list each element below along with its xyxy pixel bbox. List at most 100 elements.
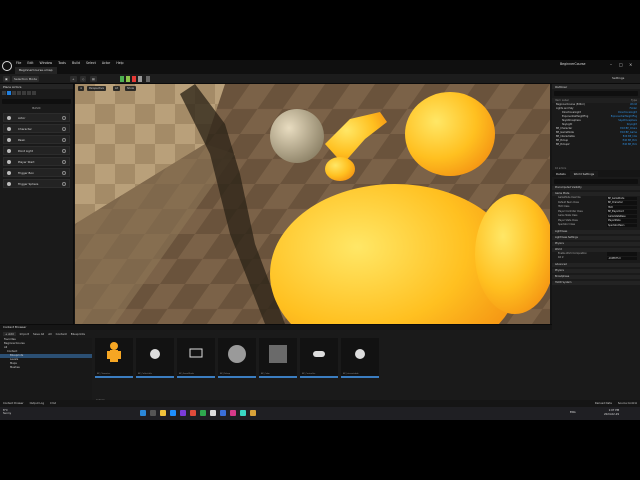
menu-window[interactable]: Window xyxy=(40,61,53,65)
breadcrumb-blueprints[interactable]: Blueprints xyxy=(71,332,85,336)
place-item-character[interactable]: Character xyxy=(3,124,70,133)
details-section[interactable]: Lightmass Settings xyxy=(552,235,640,240)
visual-icon[interactable] xyxy=(22,91,26,95)
place-item-player-start[interactable]: Player Start xyxy=(3,157,70,166)
info-icon[interactable] xyxy=(62,171,66,175)
save-all-button[interactable]: Save All xyxy=(33,332,44,336)
minimize-icon[interactable]: – xyxy=(610,62,612,67)
outliner-search[interactable] xyxy=(554,91,638,96)
place-item-point-light[interactable]: Point Light xyxy=(3,146,70,155)
asset-tile[interactable]: BP_Controller xyxy=(300,338,338,378)
settings-button[interactable]: Settings xyxy=(612,76,624,80)
row-value[interactable]: HUD xyxy=(607,205,637,209)
tab-world-settings[interactable]: World Settings xyxy=(569,171,599,177)
derived-data-button[interactable]: Derived Data xyxy=(595,402,612,405)
search-icon[interactable] xyxy=(150,410,156,416)
level-viewport[interactable]: ≡ Perspective Lit Show xyxy=(75,84,550,324)
maximize-icon[interactable]: □ xyxy=(619,62,623,67)
perspective-button[interactable]: Perspective xyxy=(87,86,107,91)
source-control-button[interactable]: Source Control xyxy=(618,402,637,405)
row-value[interactable]: BP_Character xyxy=(607,201,637,205)
browser-icon[interactable] xyxy=(170,410,176,416)
place-item-actor[interactable]: Actor xyxy=(3,113,70,122)
asset-tile[interactable]: BP_Interactable xyxy=(341,338,379,378)
asset-tile[interactable]: BP_Cube xyxy=(259,338,297,378)
basic-icon[interactable] xyxy=(7,91,11,95)
info-icon[interactable] xyxy=(62,182,66,186)
level-tab[interactable]: BeginnerCourse.umap xyxy=(15,67,57,74)
details-section[interactable]: HLOD System xyxy=(552,280,640,285)
play-options-button[interactable] xyxy=(138,76,142,82)
menu-tools[interactable]: Tools xyxy=(58,61,66,65)
lit-button[interactable]: Lit xyxy=(113,86,121,91)
menu-select[interactable]: Select xyxy=(86,61,96,65)
outliner-row[interactable]: BP_Pickup2 Edit BP_Pick xyxy=(552,143,640,147)
all-classes-icon[interactable] xyxy=(32,91,36,95)
details-section[interactable]: Physics xyxy=(552,268,640,273)
skip-button[interactable] xyxy=(126,76,130,82)
import-button[interactable]: Import xyxy=(20,332,29,336)
volumes-icon[interactable] xyxy=(27,91,31,95)
content-drawer-button[interactable]: Content Drawer xyxy=(3,402,24,405)
start-icon[interactable] xyxy=(140,410,146,416)
place-actors-search[interactable] xyxy=(2,99,71,104)
add-content-button[interactable]: + xyxy=(70,76,77,82)
row-value[interactable]: BP_GameMode xyxy=(607,196,637,200)
breadcrumb-content[interactable]: Content xyxy=(56,332,67,336)
weather-widget[interactable]: 8°C Sunny xyxy=(3,409,11,416)
menu-edit[interactable]: Edit xyxy=(27,61,33,65)
asset-tile[interactable]: BP_GameMode xyxy=(177,338,215,378)
menu-file[interactable]: File xyxy=(16,61,21,65)
viewport-scene[interactable] xyxy=(75,84,550,324)
output-log-button[interactable]: Output Log xyxy=(30,402,44,405)
info-icon[interactable] xyxy=(62,160,66,164)
selection-mode-button[interactable]: Selection Mode xyxy=(12,76,39,82)
details-section[interactable]: Advanced xyxy=(552,262,640,267)
details-section[interactable]: Precomputed Visibility xyxy=(552,186,640,190)
row-value[interactable]: PlayerState xyxy=(607,219,637,223)
asset-tile[interactable]: BP_Pickup xyxy=(218,338,256,378)
row-value[interactable] xyxy=(607,252,637,256)
tab-details[interactable]: Details xyxy=(552,171,570,177)
row-value[interactable]: GameStateBase xyxy=(607,214,637,218)
app-icon[interactable] xyxy=(220,410,226,416)
details-section[interactable]: Broadphase xyxy=(552,274,640,279)
show-button[interactable]: Show xyxy=(125,86,136,91)
info-icon[interactable] xyxy=(62,127,66,131)
recent-icon[interactable] xyxy=(2,91,6,95)
save-button[interactable]: ▣ xyxy=(3,76,10,82)
lights-icon[interactable] xyxy=(12,91,16,95)
outliner-tab[interactable]: Outliner xyxy=(552,84,640,89)
add-button[interactable]: + Add xyxy=(3,331,16,336)
row-value[interactable]: -1048575.0 xyxy=(607,256,637,260)
details-search[interactable] xyxy=(554,179,638,184)
play-button[interactable] xyxy=(120,76,124,82)
close-icon[interactable]: × xyxy=(629,62,632,67)
blueprint-button[interactable]: ◇ xyxy=(80,76,87,82)
clock[interactable]: 1:07 PM 2024-02-29 xyxy=(604,409,619,417)
details-section[interactable]: Physics xyxy=(552,241,640,246)
app-icon[interactable] xyxy=(180,410,186,416)
place-item-pawn[interactable]: Pawn xyxy=(3,135,70,144)
asset-tile[interactable]: BP_Character xyxy=(95,338,133,378)
cmd-input[interactable]: Cmd xyxy=(50,402,56,405)
stop-button[interactable] xyxy=(132,76,136,82)
file-explorer-icon[interactable] xyxy=(160,410,166,416)
platforms-button[interactable] xyxy=(146,76,150,82)
cinematics-button[interactable]: ▤ xyxy=(90,76,97,82)
sphere-actor[interactable] xyxy=(270,109,324,163)
menu-actor[interactable]: Actor xyxy=(102,61,110,65)
app-icon[interactable] xyxy=(230,410,236,416)
app-icon[interactable] xyxy=(240,410,246,416)
breadcrumb-all[interactable]: All xyxy=(48,332,51,336)
info-icon[interactable] xyxy=(62,149,66,153)
place-item-trigger-box[interactable]: Trigger Box xyxy=(3,168,70,177)
info-icon[interactable] xyxy=(62,138,66,142)
app-icon[interactable] xyxy=(200,410,206,416)
shapes-icon[interactable] xyxy=(17,91,21,95)
info-icon[interactable] xyxy=(62,116,66,120)
folder-meshes[interactable]: Meshes xyxy=(0,366,92,370)
asset-tile[interactable]: BP_Collectible xyxy=(136,338,174,378)
menu-help[interactable]: Help xyxy=(116,61,123,65)
app-icon[interactable] xyxy=(250,410,256,416)
